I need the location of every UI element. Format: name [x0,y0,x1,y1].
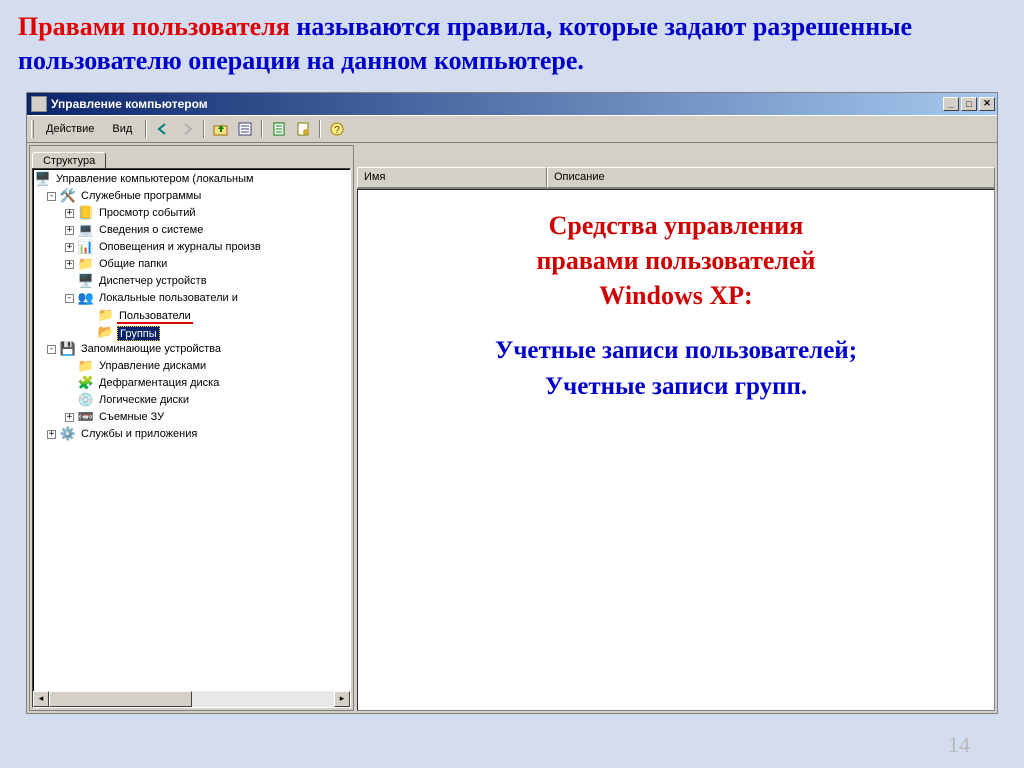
tree-users[interactable]: Пользователи [117,309,193,324]
tree-local-users[interactable]: Локальные пользователи и [97,291,240,305]
computer-icon: 🖥️ [35,171,51,187]
overlay-title-line1: Средства управления [368,208,984,243]
scroll-right-button[interactable]: ▸ [334,691,350,707]
window-title: Управление компьютером [51,97,943,111]
users-groups-icon: 👥 [78,290,94,306]
toolbar-separator [261,120,263,138]
toolbar: Действие Вид ? [27,115,997,143]
toolbar-separator [319,120,321,138]
export-button[interactable] [292,118,314,140]
properties-icon [237,121,253,137]
titlebar: Управление компьютером _ □ ✕ [27,93,997,115]
expander[interactable]: + [65,413,74,422]
list-body: Средства управления правами пользователе… [357,189,995,711]
page-number: 14 [948,732,970,758]
scroll-left-button[interactable]: ◂ [33,691,49,707]
tools-icon: 🛠️ [60,188,76,204]
tree-device-manager[interactable]: Диспетчер устройств [97,274,209,288]
tree-tab-row: Структура [30,146,353,168]
tree[interactable]: 🖥️ Управление компьютером (локальным - 🛠… [33,169,350,443]
overlay-line-2: Учетные записи групп. [368,373,984,401]
removable-storage-icon: 📼 [78,409,94,425]
folder-up-icon [213,121,229,137]
device-manager-icon: 🖥️ [78,273,94,289]
export-icon [295,121,311,137]
back-button[interactable] [152,118,174,140]
minimize-button[interactable]: _ [943,97,959,111]
tree-groups[interactable]: Группы [117,326,160,341]
svg-text:?: ? [334,125,340,136]
expander[interactable]: - [47,345,56,354]
maximize-button[interactable]: □ [961,97,977,111]
app-icon [31,96,47,112]
services-icon: ⚙️ [60,426,76,442]
tree-pane: Структура 🖥️ Управление компьютером (лок… [29,145,354,711]
menu-action[interactable]: Действие [38,121,102,137]
column-name[interactable]: Имя [357,167,547,188]
expander[interactable]: + [65,226,74,235]
properties-button[interactable] [234,118,256,140]
tree-event-viewer[interactable]: Просмотр событий [97,206,198,220]
mmc-window: Управление компьютером _ □ ✕ Действие Ви… [26,92,998,714]
expander[interactable]: + [47,430,56,439]
overlay-title: Средства управления правами пользователе… [368,208,984,313]
heading-term: Правами пользователя [18,12,290,41]
list-pane: Имя Описание Средства управления правами… [357,145,995,711]
logical-disks-icon: 💿 [78,392,94,408]
toolbar-separator [145,120,147,138]
tree-services[interactable]: Службы и приложения [79,427,199,441]
list-header: Имя Описание [357,167,995,189]
expander[interactable]: - [65,294,74,303]
content-area: Структура 🖥️ Управление компьютером (лок… [27,143,997,713]
tree-shared-folders[interactable]: Общие папки [97,257,169,271]
toolbar-grip [31,120,34,138]
alerts-icon: 📊 [78,239,94,255]
close-button[interactable]: ✕ [979,97,995,111]
expander[interactable]: + [65,209,74,218]
tab-structure[interactable]: Структура [32,152,106,169]
tree-system-info[interactable]: Сведения о системе [97,223,205,237]
tree-root[interactable]: Управление компьютером (локальным [54,172,256,186]
refresh-button[interactable] [268,118,290,140]
tree-disk-mgmt[interactable]: Управление дисками [97,359,208,373]
event-viewer-icon: 📒 [78,205,94,221]
expander[interactable]: - [47,192,56,201]
expander[interactable]: + [65,260,74,269]
up-folder-button[interactable] [210,118,232,140]
refresh-icon [271,121,287,137]
scroll-track[interactable] [49,691,334,707]
tree-storage[interactable]: Запоминающие устройства [79,342,223,356]
overlay-line-1: Учетные записи пользователей; [368,337,984,365]
horizontal-scrollbar[interactable]: ◂ ▸ [33,691,350,707]
overlay-title-line3: Windows XP: [368,278,984,313]
storage-icon: 💾 [60,341,76,357]
folder-icon: 📁 [78,256,94,272]
overlay-title-line2: правами пользователей [368,243,984,278]
tree-removable[interactable]: Съемные ЗУ [97,410,166,424]
expander[interactable]: + [65,243,74,252]
help-button[interactable]: ? [326,118,348,140]
toolbar-separator [203,120,205,138]
system-info-icon: 💻 [78,222,94,238]
folder-icon: 📁 [98,307,114,323]
folder-open-icon: 📂 [98,324,114,340]
slide-heading: Правами пользователя называются правила,… [0,0,1024,84]
help-icon: ? [329,121,345,137]
tree-alerts[interactable]: Оповещения и журналы произв [97,240,263,254]
menu-view[interactable]: Вид [104,121,140,137]
column-description[interactable]: Описание [547,167,995,188]
forward-button[interactable] [176,118,198,140]
tree-system-tools[interactable]: Служебные программы [79,189,203,203]
tree-container: 🖥️ Управление компьютером (локальным - 🛠… [32,168,351,708]
folder-icon: 📁 [78,358,94,374]
defrag-icon: 🧩 [78,375,94,391]
tree-logical-disks[interactable]: Логические диски [97,393,191,407]
arrow-right-icon [179,121,195,137]
arrow-left-icon [155,121,171,137]
scroll-thumb[interactable] [49,691,192,707]
tree-defrag[interactable]: Дефрагментация диска [97,376,221,390]
